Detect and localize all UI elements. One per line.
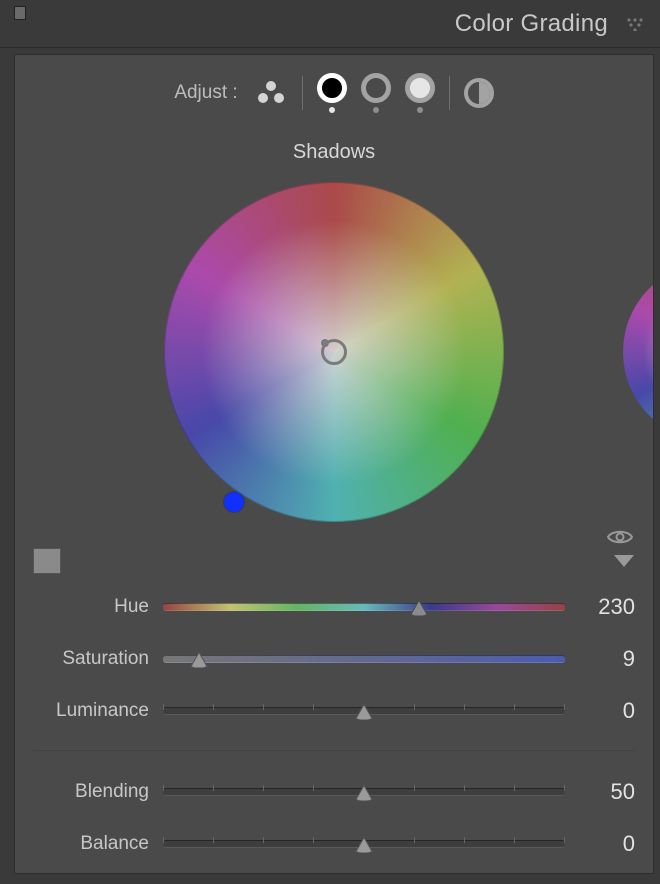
wheel-value-dot[interactable] <box>224 492 244 512</box>
balance-slider-row: Balance 0 <box>33 831 635 857</box>
divider <box>449 76 450 110</box>
balance-value[interactable]: 0 <box>569 831 635 857</box>
divider <box>302 76 303 110</box>
saturation-slider-row: Saturation 9 <box>33 646 635 672</box>
blending-slider-row: Blending 50 <box>33 779 635 805</box>
hue-label: Hue <box>33 596 159 618</box>
slider-handle[interactable] <box>354 836 374 853</box>
luminance-slider-row: Luminance 0 <box>33 698 635 724</box>
hue-value[interactable]: 230 <box>569 594 635 620</box>
saturation-label: Saturation <box>33 648 159 670</box>
color-grading-panel: Adjust : <box>14 54 654 874</box>
highlights-mode-button[interactable] <box>405 73 435 113</box>
luminance-slider[interactable] <box>163 707 565 715</box>
panel-header[interactable]: Color Grading <box>0 0 660 48</box>
blending-value[interactable]: 50 <box>569 779 635 805</box>
disclosure-triangle-icon[interactable] <box>613 554 635 568</box>
three-way-mode-icon[interactable] <box>254 78 288 108</box>
color-wheel-area <box>15 182 653 542</box>
next-wheel-peek[interactable] <box>623 262 654 442</box>
midtones-mode-button[interactable] <box>361 73 391 113</box>
panel-grip[interactable] <box>14 6 26 20</box>
swatch-row <box>15 548 653 586</box>
color-swatch[interactable] <box>33 548 61 574</box>
color-sliders: Hue 230 Saturation 9 Luminance <box>15 586 653 857</box>
slider-handle[interactable] <box>354 703 374 720</box>
luminance-label: Luminance <box>33 700 159 722</box>
slider-handle[interactable] <box>409 599 429 616</box>
wheel-center-marker[interactable] <box>321 339 347 365</box>
shadows-circle-icon <box>317 73 347 103</box>
mode-indicator-dot <box>329 107 335 113</box>
section-divider <box>33 750 635 751</box>
slider-handle[interactable] <box>354 784 374 801</box>
wheel-dim-overlay <box>623 262 654 442</box>
shadows-mode-button[interactable] <box>317 73 347 113</box>
panel-collapse-icon[interactable] <box>626 17 644 31</box>
section-label: Shadows <box>15 141 653 164</box>
saturation-slider[interactable] <box>163 655 565 663</box>
visibility-toggle-icon[interactable] <box>607 528 633 546</box>
panel-title: Color Grading <box>455 10 608 38</box>
adjust-mode-row: Adjust : <box>15 73 653 113</box>
hue-slider-row: Hue 230 <box>33 594 635 620</box>
slider-handle[interactable] <box>189 651 209 668</box>
blending-label: Blending <box>33 781 159 803</box>
global-mode-icon[interactable] <box>464 78 494 108</box>
highlights-circle-icon <box>405 73 435 103</box>
hue-slider[interactable] <box>163 603 565 611</box>
balance-slider[interactable] <box>163 840 565 848</box>
balance-label: Balance <box>33 833 159 855</box>
midtones-circle-icon <box>361 73 391 103</box>
blending-slider[interactable] <box>163 788 565 796</box>
mode-indicator-dot <box>373 107 379 113</box>
adjust-label: Adjust : <box>174 82 237 104</box>
saturation-value[interactable]: 9 <box>569 646 635 672</box>
luminance-value[interactable]: 0 <box>569 698 635 724</box>
mode-indicator-dot <box>417 107 423 113</box>
